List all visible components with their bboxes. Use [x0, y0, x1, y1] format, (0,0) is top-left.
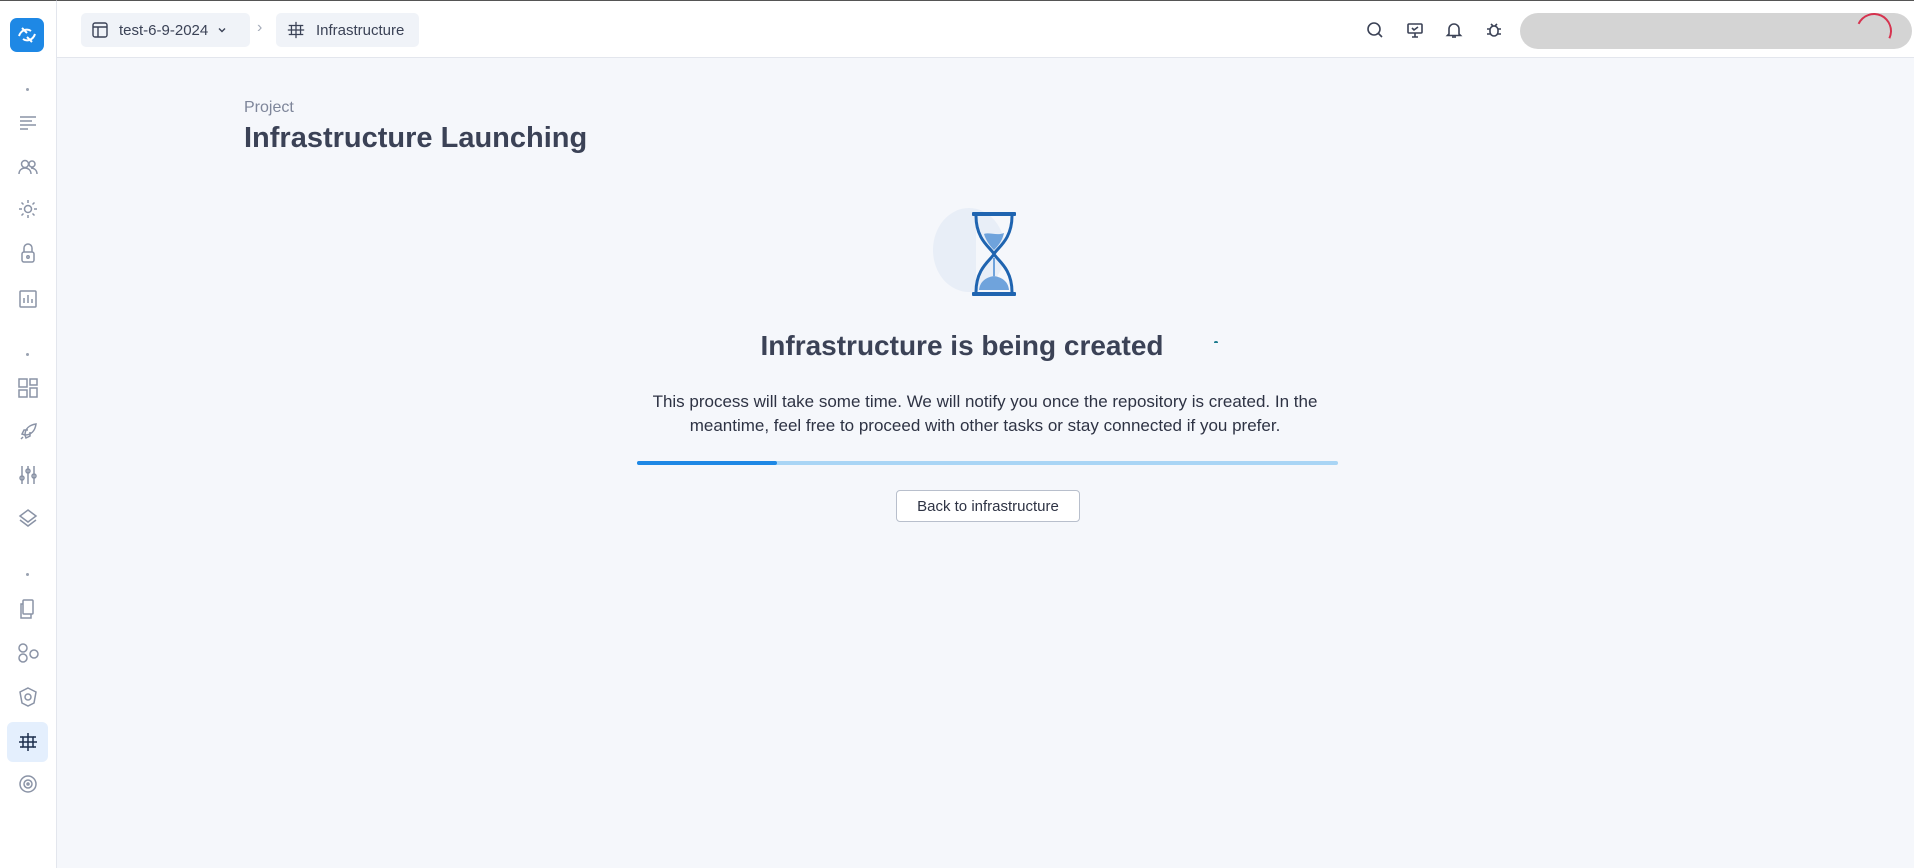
infrastructure-icon — [287, 21, 305, 39]
sliders-icon[interactable] — [13, 460, 43, 490]
back-to-infrastructure-button[interactable]: Back to infrastructure — [896, 490, 1080, 522]
app-logo-icon[interactable] — [10, 18, 44, 52]
sidebar — [0, 0, 57, 868]
layers-icon[interactable] — [13, 503, 43, 533]
sidebar-group-dot — [26, 573, 29, 576]
infrastructure-icon[interactable] — [7, 722, 48, 762]
progress-bar — [637, 461, 1338, 465]
list-icon[interactable] — [13, 108, 43, 138]
rocket-icon[interactable] — [13, 417, 43, 447]
chevron-down-icon — [218, 28, 226, 33]
avatar — [1850, 13, 1898, 49]
security-icon[interactable] — [13, 682, 43, 712]
status-title: Infrastructure is being created — [760, 330, 1164, 361]
bell-icon[interactable] — [1442, 18, 1466, 42]
breadcrumb-infrastructure[interactable]: Infrastructure — [276, 13, 419, 47]
loading-spinner-icon — [1214, 341, 1218, 344]
bug-icon[interactable] — [1482, 18, 1506, 42]
hourglass-icon — [925, 200, 1025, 300]
progress-bar-fill — [637, 461, 778, 465]
top-bar: test-6-9-2024 › Infrastructure — [57, 0, 1914, 58]
shapes-icon[interactable] — [13, 638, 43, 668]
page-label: Project — [244, 99, 294, 116]
gear-icon[interactable] — [13, 194, 43, 224]
project-name: test-6-9-2024 — [119, 21, 209, 39]
breadcrumb-label: Infrastructure — [316, 21, 405, 39]
project-selector[interactable]: test-6-9-2024 — [81, 13, 250, 47]
breadcrumb-separator: › — [257, 19, 263, 36]
sidebar-group-dot — [26, 88, 29, 91]
chart-icon[interactable] — [13, 284, 43, 314]
dashboard-icon[interactable] — [13, 373, 43, 403]
table-icon — [92, 22, 108, 38]
target-icon[interactable] — [13, 769, 43, 799]
status-description: This process will take some time. We wil… — [652, 392, 1318, 435]
lock-icon[interactable] — [13, 238, 43, 268]
user-menu[interactable] — [1520, 13, 1912, 49]
search-icon[interactable] — [1363, 18, 1387, 42]
documents-icon[interactable] — [13, 594, 43, 624]
users-icon[interactable] — [13, 152, 43, 182]
monitor-icon[interactable] — [1403, 18, 1427, 42]
page-title: Infrastructure Launching — [244, 122, 588, 154]
